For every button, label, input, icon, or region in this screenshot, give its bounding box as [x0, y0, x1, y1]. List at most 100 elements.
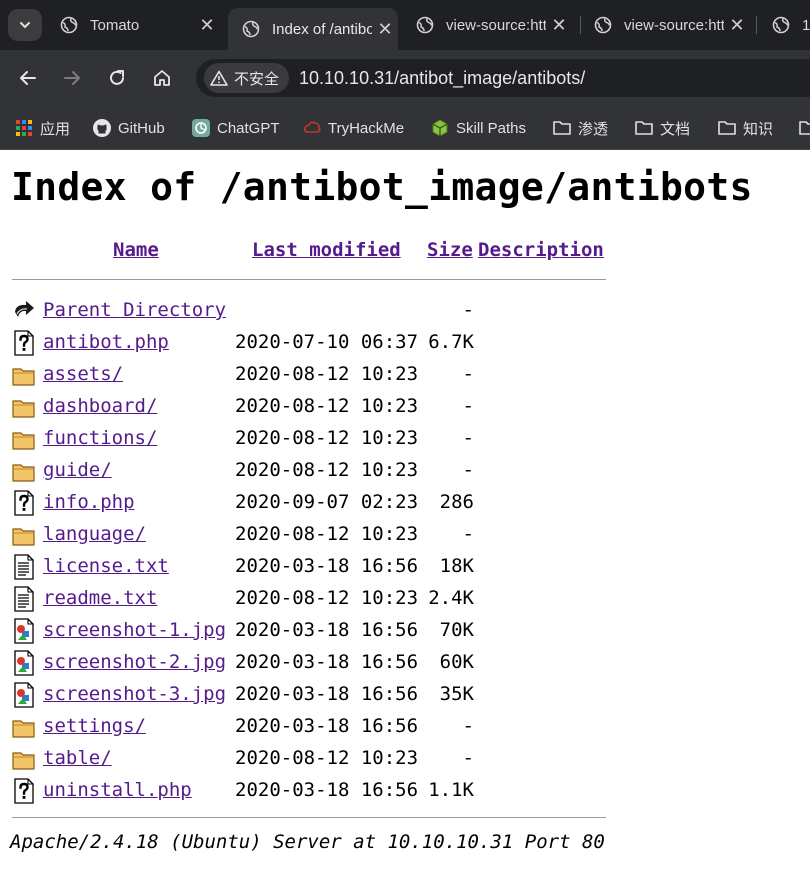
table-row: functions/2020-08-12 10:23 -: [12, 424, 632, 456]
folder-icon: [12, 426, 36, 452]
file-link[interactable]: Parent Directory: [43, 299, 226, 321]
file-link[interactable]: table/: [43, 747, 112, 769]
file-size: 286: [439, 491, 474, 513]
table-row: antibot.php 2020-07-10 06:37 6.7K: [12, 328, 632, 360]
file-size: -: [462, 715, 474, 737]
close-tab-icon[interactable]: ✕: [724, 15, 750, 36]
folder-icon: [12, 746, 36, 772]
file-size: 2.4K: [428, 587, 474, 609]
bookmark-folder-pentest[interactable]: 渗透: [552, 116, 608, 140]
file-link[interactable]: dashboard/: [43, 395, 157, 417]
globe-icon: [242, 20, 260, 38]
image-file-icon: [12, 618, 36, 644]
security-chip[interactable]: 不安全: [204, 63, 290, 93]
file-link[interactable]: screenshot-3.jpg: [43, 683, 226, 705]
file-link[interactable]: functions/: [43, 427, 157, 449]
browser-toolbar: 不安全 10.10.10.31/antibot_image/antibots/: [0, 50, 810, 106]
last-modified: 2020-07-10 06:37: [235, 331, 419, 353]
close-tab-icon[interactable]: ✕: [546, 15, 572, 36]
reload-icon: [110, 70, 124, 85]
bookmark-folder-knowledge[interactable]: 知识: [717, 116, 773, 140]
bookmark-label: 文档: [660, 120, 691, 138]
table-row: info.php 2020-09-07 02:23 286: [12, 488, 632, 520]
page-content: Index of /antibot_image/antibots Name La…: [0, 151, 810, 880]
tab-title: view-source:http://10.10.10.31: [624, 16, 724, 34]
server-signature: Apache/2.4.18 (Ubuntu) Server at 10.10.1…: [10, 831, 605, 853]
bookmark-folder-overflow[interactable]: [798, 116, 810, 140]
last-modified: 2020-08-12 10:23: [235, 587, 419, 609]
tryhackme-icon: [302, 118, 322, 138]
close-tab-icon[interactable]: ✕: [194, 15, 220, 36]
file-size: -: [462, 299, 474, 321]
file-size: -: [462, 747, 474, 769]
file-link[interactable]: guide/: [43, 459, 112, 481]
text-file-icon: [12, 554, 36, 580]
bookmark-apps[interactable]: 应用: [14, 116, 70, 140]
close-tab-icon[interactable]: ✕: [372, 19, 398, 40]
tab-view-source-2[interactable]: view-source:http://10.10.10.31 ✕: [580, 8, 750, 42]
file-link[interactable]: info.php: [43, 491, 135, 513]
file-link[interactable]: uninstall.php: [43, 779, 192, 801]
chatgpt-icon: [191, 118, 211, 138]
tab-view-source-1[interactable]: view-source:http://10.10.10.31 ✕: [402, 8, 572, 42]
file-link[interactable]: assets/: [43, 363, 123, 385]
unknown-file-icon: [12, 330, 36, 356]
file-size: 6.7K: [428, 331, 474, 353]
bookmark-chatgpt[interactable]: ChatGPT: [191, 116, 280, 140]
folder-outline-icon: [798, 118, 810, 138]
bookmark-github[interactable]: GitHub: [92, 116, 165, 140]
bookmark-label: 应用: [40, 120, 71, 138]
globe-icon: [594, 16, 612, 34]
file-link[interactable]: license.txt: [43, 555, 169, 577]
sort-by-last-modified-link[interactable]: Last modified: [252, 239, 401, 261]
file-link[interactable]: readme.txt: [43, 587, 157, 609]
home-icon: [154, 70, 170, 86]
last-modified: 2020-08-12 10:23: [235, 747, 419, 769]
file-size: 70K: [439, 619, 474, 641]
file-link[interactable]: antibot.php: [43, 331, 169, 353]
file-size: -: [462, 395, 474, 417]
file-size: 1.1K: [428, 779, 474, 801]
warning-icon: [210, 70, 228, 86]
folder-icon: [12, 362, 36, 388]
forward-button[interactable]: [56, 62, 88, 94]
folder-outline-icon: [634, 118, 654, 138]
bookmark-folder-docs[interactable]: 文档: [634, 116, 690, 140]
tab-search-button[interactable]: [8, 9, 42, 41]
tab-title: 10: [802, 16, 810, 34]
table-row: screenshot-3.jpg 2020-03-18 16:56 35K: [12, 680, 632, 712]
tab-10[interactable]: 10: [758, 8, 810, 42]
page-title: Index of /antibot_image/antibots: [11, 165, 753, 209]
back-button[interactable]: [12, 62, 44, 94]
file-link[interactable]: settings/: [43, 715, 146, 737]
last-modified: 2020-03-18 16:56: [235, 715, 419, 737]
tab-title: view-source:http://10.10.10.31: [446, 16, 546, 34]
security-label: 不安全: [234, 69, 280, 88]
tab-tomato[interactable]: Tomato ✕: [46, 8, 220, 42]
url-text: 10.10.10.31/antibot_image/antibots/: [299, 67, 586, 88]
tab-title: Tomato: [90, 16, 140, 34]
globe-icon: [60, 16, 78, 34]
arrow-left-icon: [20, 71, 36, 85]
sort-by-name-link[interactable]: Name: [113, 239, 159, 261]
home-button[interactable]: [146, 62, 178, 94]
file-link[interactable]: screenshot-2.jpg: [43, 651, 226, 673]
table-row: assets/2020-08-12 10:23 -: [12, 360, 632, 392]
table-row: uninstall.php 2020-03-18 16:56 1.1K: [12, 776, 632, 808]
bookmark-label: ChatGPT: [217, 119, 280, 137]
table-row: settings/2020-03-18 16:56 -: [12, 712, 632, 744]
file-link[interactable]: screenshot-1.jpg: [43, 619, 226, 641]
file-link[interactable]: language/: [43, 523, 146, 545]
address-bar[interactable]: 不安全 10.10.10.31/antibot_image/antibots/: [196, 59, 810, 97]
bookmarks-bar: 应用 GitHub ChatGPT TryHackMe Skill Paths …: [0, 106, 810, 150]
folder-icon: [12, 394, 36, 420]
globe-icon: [416, 16, 434, 34]
tab-index-of-antibots[interactable]: Index of /antibot_image ✕: [228, 8, 398, 50]
file-size: 18K: [439, 555, 474, 577]
bookmark-tryhackme[interactable]: TryHackMe: [302, 116, 404, 140]
bookmark-skill-paths[interactable]: Skill Paths: [430, 116, 526, 140]
table-row: dashboard/2020-08-12 10:23 -: [12, 392, 632, 424]
sort-by-size-link[interactable]: Size: [427, 239, 473, 261]
sort-by-description-link[interactable]: Description: [478, 239, 604, 261]
reload-button[interactable]: [101, 62, 133, 94]
